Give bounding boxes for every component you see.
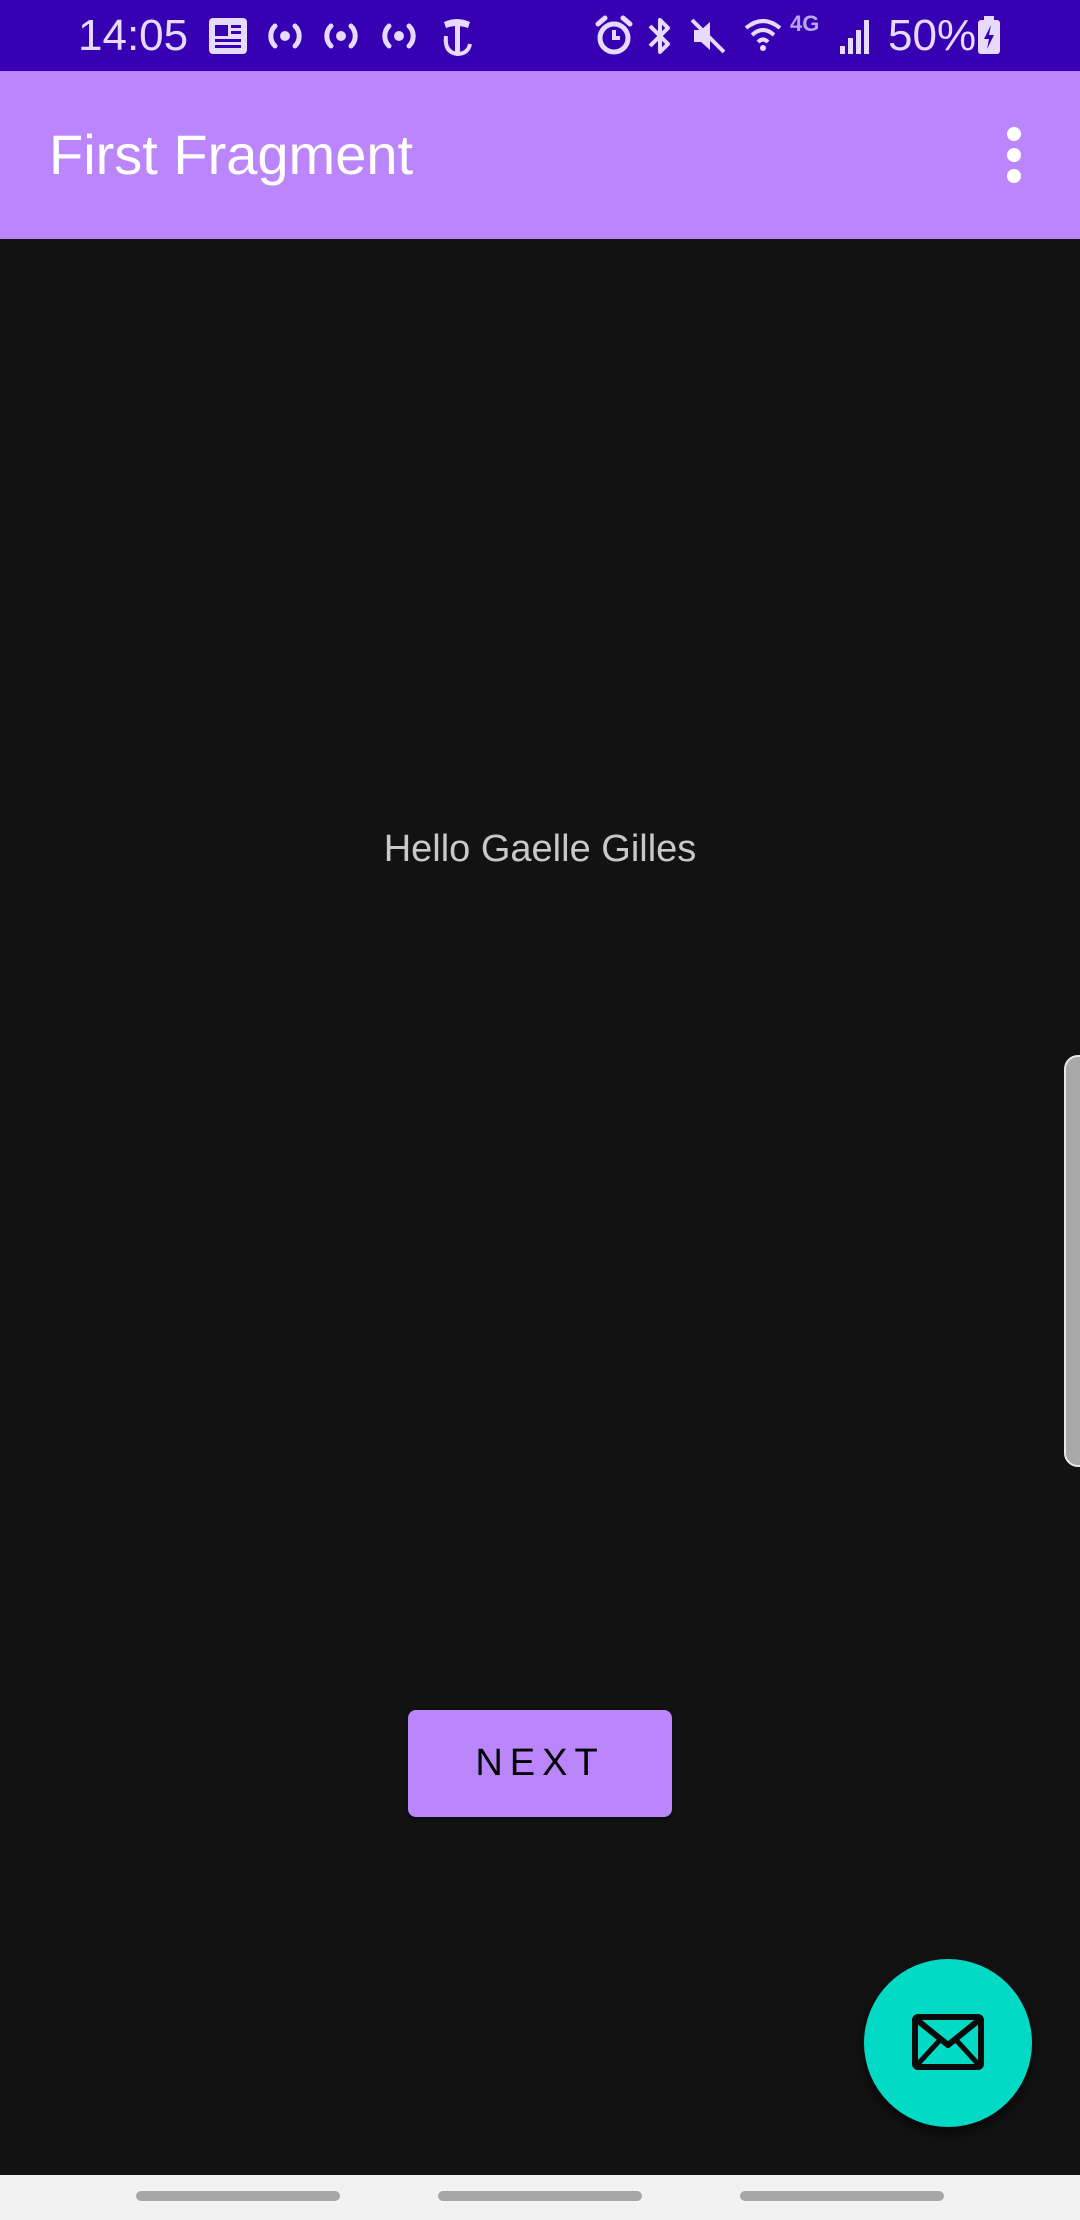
app-title: First Fragment (49, 123, 414, 186)
broadcast-icon (382, 23, 416, 49)
4g-network-icon: 4G (790, 11, 820, 36)
menu-dot (1007, 169, 1021, 183)
battery-percent: 50% (888, 11, 977, 60)
app-screen: 14:05 4G 50% First Fragment Hello Gaelle… (0, 0, 1080, 2220)
broadcast-icon (268, 23, 302, 49)
status-time: 14:05 (78, 11, 189, 60)
nyt-icon (443, 19, 472, 57)
menu-dot (1007, 127, 1021, 141)
signal-icon (840, 20, 869, 54)
greeting-text: Hello Gaelle Gilles (383, 828, 697, 870)
menu-dot (1007, 148, 1021, 162)
news-icon (209, 18, 247, 54)
broadcast-icon (324, 23, 358, 49)
nav-gesture-hint[interactable] (136, 2191, 340, 2201)
gesture-nav-bar (0, 2175, 1080, 2220)
nav-gesture-hint[interactable] (438, 2191, 642, 2201)
alarm-icon (595, 15, 633, 55)
next-button[interactable]: NEXT (408, 1710, 672, 1817)
nav-gesture-hint[interactable] (740, 2191, 944, 2201)
fragment-content: Hello Gaelle Gilles NEXT (0, 239, 1080, 2175)
wifi-icon (744, 19, 782, 51)
more-vert-icon[interactable] (988, 121, 1040, 189)
bluetooth-icon (648, 18, 670, 54)
status-bar: 14:05 4G 50% (0, 0, 1080, 71)
edge-panel-handle[interactable] (1064, 1055, 1080, 1467)
email-fab-button[interactable] (864, 1959, 1032, 2127)
email-icon (912, 2014, 984, 2070)
app-bar: First Fragment (0, 71, 1080, 239)
mute-icon (690, 18, 726, 54)
battery-charging-icon (978, 16, 1000, 54)
